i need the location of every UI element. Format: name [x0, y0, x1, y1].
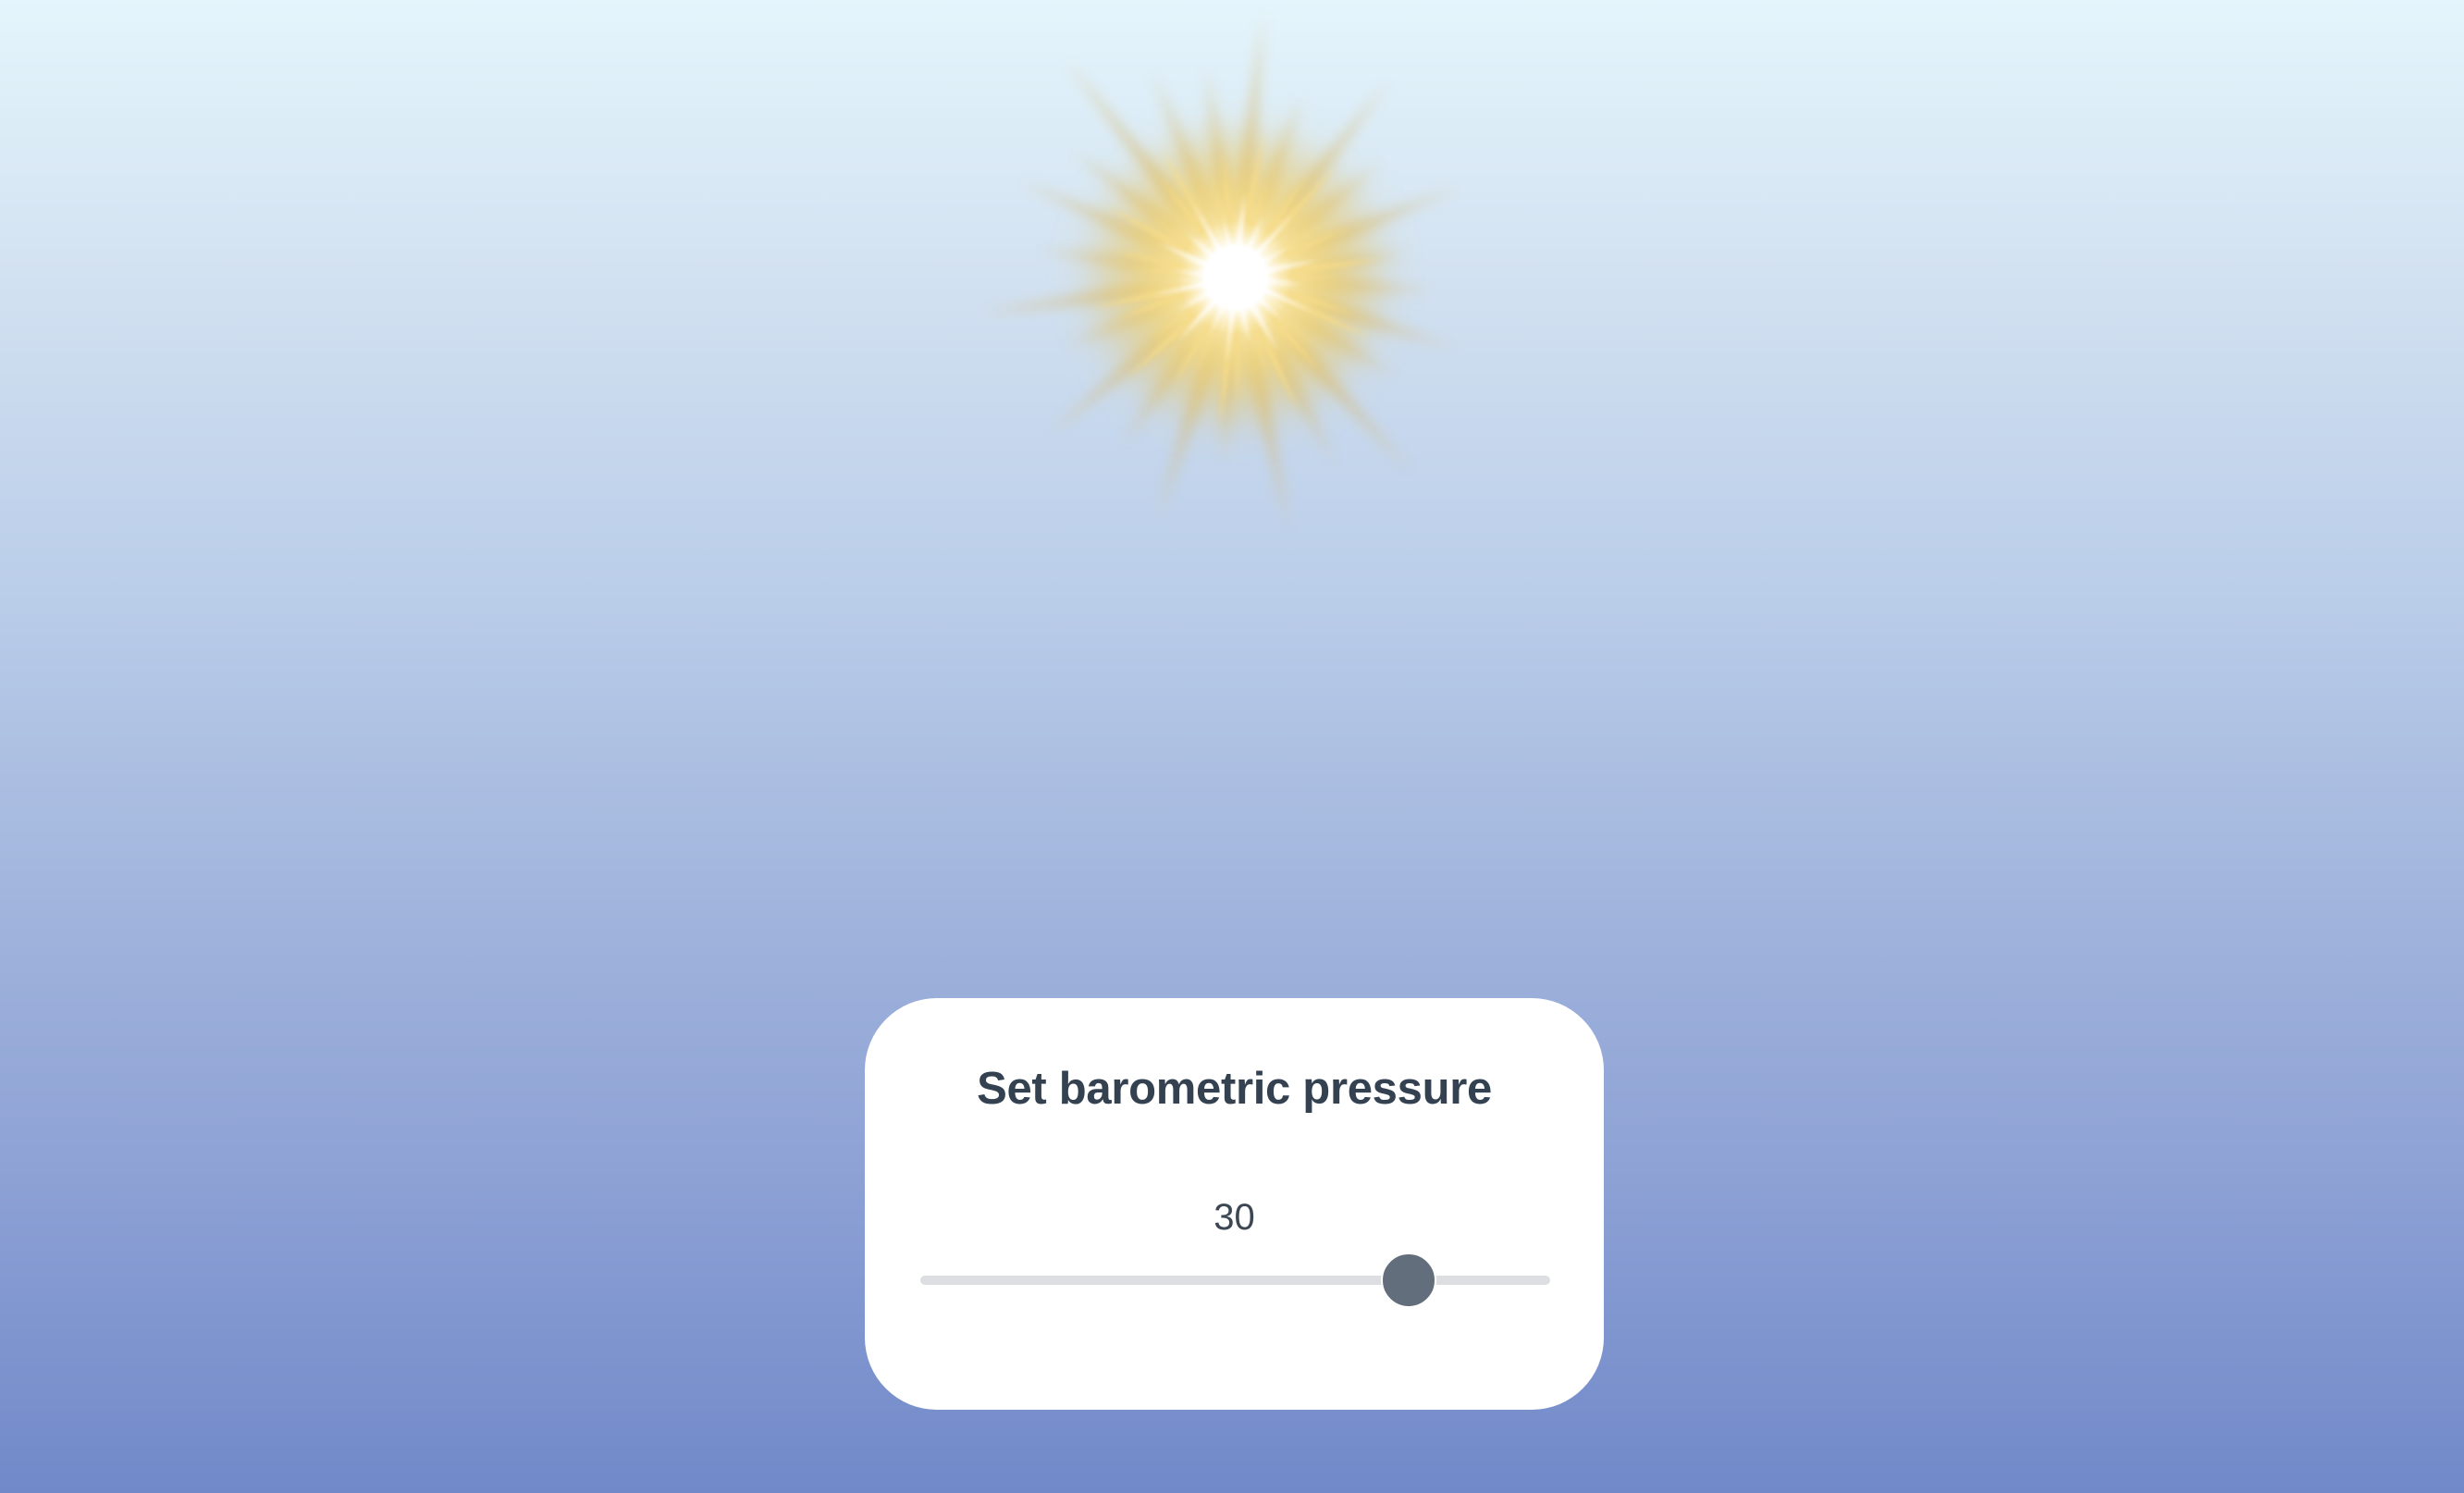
pressure-panel: Set barometric pressure 30 — [865, 998, 1604, 1410]
pressure-value: 30 — [1214, 1197, 1255, 1238]
page: { "sky": { "colors": { "top": "#e4f5fc",… — [0, 0, 2464, 1493]
pressure-slider-thumb[interactable] — [1380, 1252, 1436, 1308]
pressure-slider[interactable] — [920, 1252, 1550, 1308]
panel-title: Set barometric pressure — [977, 1064, 1492, 1114]
sun-icon — [979, 10, 1460, 531]
